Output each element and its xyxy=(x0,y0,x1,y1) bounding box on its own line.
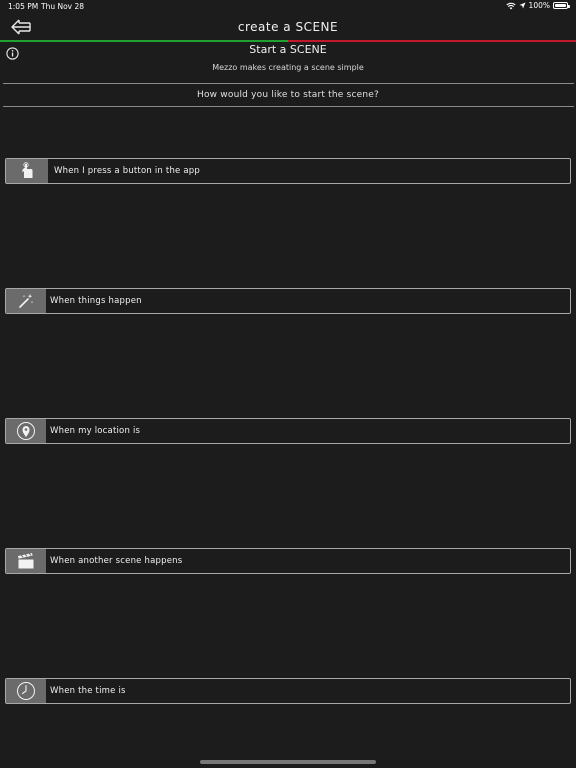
header-progress-red xyxy=(288,40,576,42)
status-right: 100% xyxy=(505,1,570,10)
status-bar: 1:05 PM Thu Nov 28 100% xyxy=(0,0,576,14)
option-icon-box xyxy=(6,159,48,183)
option-location[interactable]: When my location is xyxy=(5,418,571,444)
clapperboard-icon xyxy=(18,552,34,569)
divider xyxy=(3,106,574,107)
option-label: When another scene happens xyxy=(50,556,183,566)
option-label: When things happen xyxy=(50,296,142,306)
option-icon-box xyxy=(6,549,46,573)
battery-percent: 100% xyxy=(528,1,550,10)
option-time[interactable]: When the time is xyxy=(5,678,571,704)
option-icon-box xyxy=(6,289,46,313)
home-indicator[interactable] xyxy=(200,760,376,764)
finger-tap-icon xyxy=(22,162,33,178)
option-label: When the time is xyxy=(50,686,126,696)
magic-wand-icon xyxy=(19,294,34,308)
option-things-happen[interactable]: When things happen xyxy=(5,288,571,314)
location-arrow-icon xyxy=(519,2,526,9)
wifi-icon xyxy=(505,2,516,9)
page-title: create a SCENE xyxy=(237,20,339,34)
start-question: How would you like to start the scene? xyxy=(197,90,379,100)
battery-icon xyxy=(553,2,570,9)
divider xyxy=(3,83,574,84)
status-time: 1:05 PM xyxy=(8,2,39,11)
clock-icon xyxy=(17,682,35,700)
option-button-press[interactable]: When I press a button in the app xyxy=(5,158,571,184)
section-caption: Mezzo makes creating a scene simple xyxy=(212,63,364,72)
location-pin-icon xyxy=(17,422,35,440)
status-date: Thu Nov 28 xyxy=(41,2,85,11)
header-progress-green xyxy=(0,40,288,42)
option-icon-box xyxy=(6,679,46,703)
section-subtitle: Start a SCENE xyxy=(249,43,327,56)
option-icon-box xyxy=(6,419,46,443)
option-another-scene[interactable]: When another scene happens xyxy=(5,548,571,574)
option-label: When my location is xyxy=(50,426,141,436)
option-label: When I press a button in the app xyxy=(54,166,200,176)
